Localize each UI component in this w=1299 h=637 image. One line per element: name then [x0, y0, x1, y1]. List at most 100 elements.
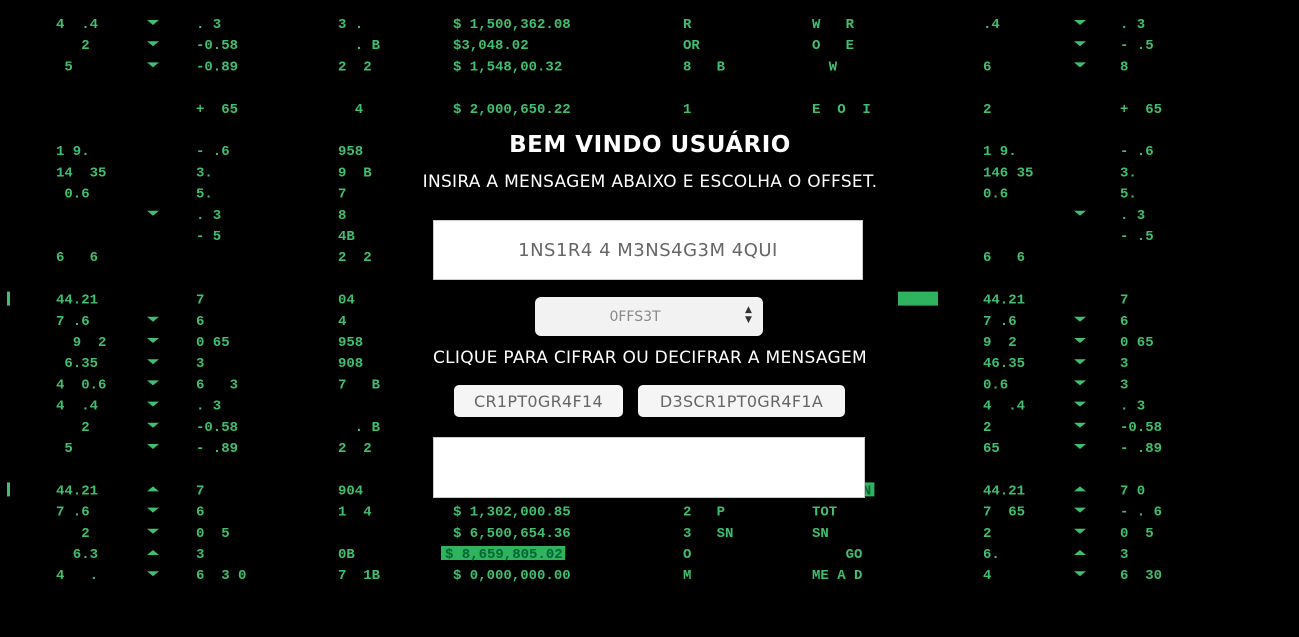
result-output	[433, 437, 865, 498]
ticker-text: 2 2	[338, 59, 372, 75]
ticker-text: O E	[812, 38, 854, 54]
ticker-text: 8	[338, 208, 346, 224]
ticker-text: 908	[338, 356, 363, 372]
ticker-text: -0.58	[196, 420, 238, 436]
ticker-text: 0.6	[56, 187, 90, 203]
ticker-text: GO	[812, 547, 862, 563]
triangle-down-icon	[1074, 422, 1086, 428]
ticker-text: 3	[196, 547, 204, 563]
ticker-text: 3 .	[338, 17, 363, 33]
ticker-text: 3 SN	[683, 526, 733, 542]
ticker-text: 4	[983, 568, 991, 584]
ticker-text: W	[812, 59, 838, 75]
ticker-text: - .89	[1120, 441, 1162, 457]
triangle-down-icon	[1074, 41, 1086, 47]
triangle-down-icon	[1074, 571, 1086, 577]
offset-input[interactable]	[535, 297, 763, 336]
stepper-arrows[interactable]: ▲ ▼	[745, 306, 755, 326]
ticker-text: 4 .4	[983, 399, 1025, 415]
ticker-text: 7 0	[1120, 483, 1145, 499]
triangle-down-icon	[147, 210, 159, 216]
ticker-text: SN	[812, 526, 829, 542]
ticker-text: + 65	[1120, 102, 1162, 118]
ticker-text: 0 5	[1120, 526, 1154, 542]
decrypt-button[interactable]: D3SCR1PT0GR4F1A	[638, 385, 845, 417]
ticker-text: - .6	[1120, 144, 1154, 160]
ticker-text: 6 3	[196, 377, 238, 393]
ticker-text: 3	[1120, 547, 1128, 563]
ticker-text: 7 1B	[338, 568, 381, 584]
ticker-text: . 3	[1120, 208, 1145, 224]
ticker-text: 6	[196, 314, 204, 330]
triangle-down-icon	[147, 62, 159, 68]
ticker-text: 4 .	[56, 568, 98, 584]
message-input[interactable]	[433, 220, 863, 280]
ticker-text: 6	[983, 59, 991, 75]
ticker-text: 0 5	[196, 526, 230, 542]
triangle-down-icon	[1074, 20, 1086, 25]
offset-stepper[interactable]: ▲ ▼	[535, 297, 763, 336]
triangle-down-icon	[147, 507, 159, 513]
ticker-text: 2	[983, 420, 991, 436]
ticker-text: 904	[338, 483, 363, 499]
triangle-up-icon	[1074, 550, 1086, 555]
ticker-text: 3.	[196, 165, 213, 181]
ticker-text: 6.3	[56, 547, 98, 563]
ticker-text: OR	[683, 38, 700, 54]
ticker-text: . 3	[196, 208, 221, 224]
encrypt-button[interactable]: CR1PT0GR4F14	[454, 385, 623, 417]
ticker-text: - .5	[1120, 38, 1154, 54]
ticker-text: 4 .4	[56, 399, 98, 415]
ticker-text: 0 65	[196, 335, 230, 351]
ticker-text: . B	[338, 420, 381, 436]
chevron-down-icon[interactable]: ▼	[745, 316, 752, 325]
triangle-down-icon	[147, 380, 159, 386]
ticker-text: 0 65	[1120, 335, 1154, 351]
edge-marker	[7, 482, 10, 497]
ticker-text: 958	[338, 335, 363, 351]
ticker-text: 5.	[196, 187, 213, 203]
triangle-down-icon	[147, 422, 159, 428]
ticker-text: $ 1,500,362.08	[453, 17, 571, 33]
ticker-text: 9 2	[983, 335, 1017, 351]
ticker-text: - 5	[196, 229, 221, 245]
ticker-text: 65	[983, 441, 1000, 457]
ticker-text: $ 0,000,000.00	[453, 568, 571, 584]
triangle-down-icon	[1074, 210, 1086, 216]
ticker-text: 2	[983, 526, 991, 542]
ticker-text: 4B	[338, 229, 355, 245]
ticker-text: R	[683, 17, 692, 33]
ticker-text: 1 4	[338, 505, 372, 521]
ticker-text: 3	[1120, 356, 1128, 372]
ticker-text: 9 2	[56, 335, 106, 351]
triangle-down-icon	[1074, 507, 1086, 513]
ticker-text: 46.35	[983, 356, 1025, 372]
ticker-text: - . 6	[1120, 505, 1162, 521]
ticker-text: 958	[338, 144, 363, 160]
ticker-text: 7	[338, 187, 346, 203]
triangle-down-icon	[147, 444, 159, 449]
ticker-text: 0.6	[983, 377, 1008, 393]
ticker-text: 7 B	[338, 377, 381, 393]
ticker-text: 7	[196, 293, 204, 309]
triangle-up-icon	[147, 550, 159, 555]
ticker-text: $ 2,000,650.22	[453, 102, 571, 118]
ticker-text: . 3	[196, 399, 221, 415]
ticker-text: O	[683, 547, 691, 563]
ticker-text: 44.21	[56, 293, 98, 309]
ticker-text: 7 .6	[56, 505, 90, 521]
ticker-text: 5	[56, 59, 73, 75]
chevron-up-icon[interactable]: ▲	[745, 306, 752, 315]
triangle-down-icon	[147, 338, 159, 343]
ticker-text: W R	[812, 17, 855, 33]
ticker-text: 0B	[338, 547, 355, 563]
ticker-text: -0.58	[1120, 420, 1162, 436]
ticker-text: 6 30	[1120, 568, 1162, 584]
triangle-up-icon	[147, 486, 159, 492]
triangle-down-icon	[1074, 444, 1086, 449]
ticker-text: 44.21	[56, 483, 98, 499]
ticker-text: 2 2	[338, 441, 372, 457]
ticker-text: $3,048.02	[453, 38, 529, 54]
triangle-up-icon	[1074, 486, 1086, 492]
ticker-text: E O I	[812, 102, 871, 118]
